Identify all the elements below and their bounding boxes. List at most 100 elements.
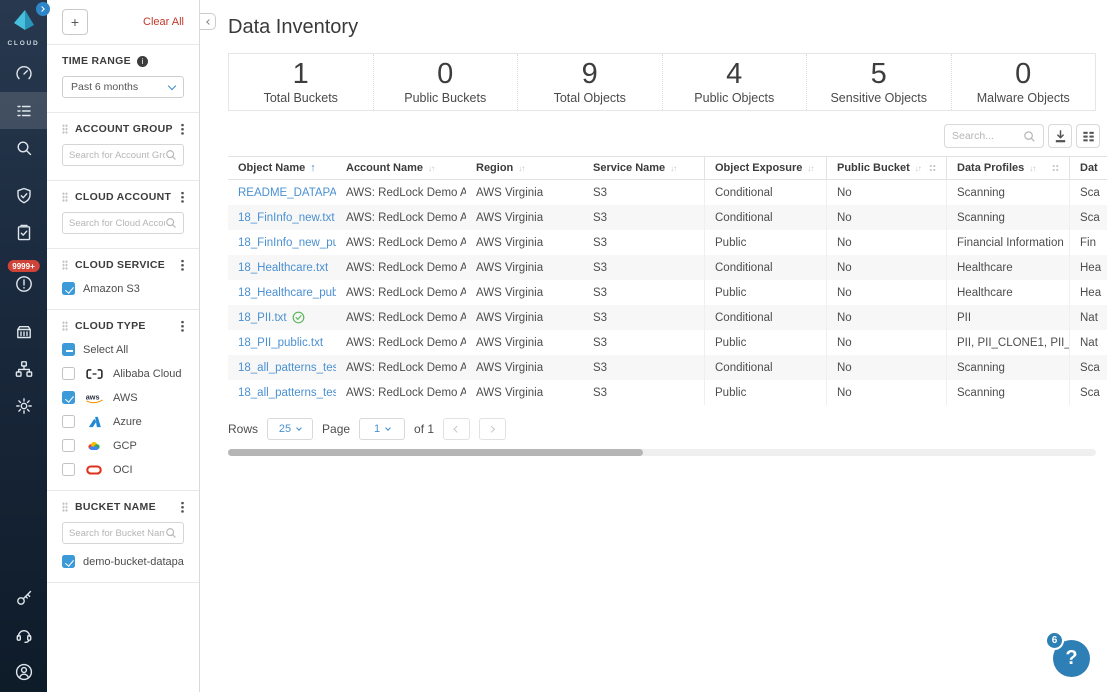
option-select-all[interactable]: Select All — [62, 343, 184, 356]
cloud-type-option[interactable]: Azure — [62, 415, 184, 428]
object-name-link[interactable]: 18_FinInfo_new_public.txt — [238, 237, 336, 249]
time-range-select[interactable]: Past 6 months — [62, 76, 184, 98]
cloud-type-option[interactable]: aws AWS — [62, 391, 184, 404]
nav-assets[interactable] — [0, 313, 47, 350]
nav-dashboard[interactable] — [0, 55, 47, 92]
cell-region: AWS Virginia — [476, 386, 544, 399]
prev-page-button[interactable] — [443, 418, 471, 440]
stat-label: Public Objects — [694, 91, 775, 105]
cloud-account-search-input[interactable] — [69, 217, 165, 229]
object-name-link[interactable]: README_DATAPATTER... — [238, 187, 336, 199]
kebab-menu-icon[interactable] — [181, 320, 184, 332]
object-name-link[interactable]: 18_FinInfo_new.txt — [238, 212, 335, 224]
cloud-type-option[interactable]: OCI — [62, 463, 184, 476]
drag-handle-icon[interactable] — [62, 260, 68, 270]
chevron-down-icon — [167, 81, 177, 90]
bucket-name-search[interactable] — [62, 522, 184, 544]
column-header-object-exposure[interactable]: Object Exposure ↓↑ — [705, 157, 827, 179]
nav-policies[interactable] — [0, 177, 47, 214]
column-header-region[interactable]: Region ↓↑ — [466, 157, 583, 179]
column-header-data-profiles[interactable]: Data Profiles ↓↑ — [947, 157, 1070, 179]
cloud-type-option[interactable]: Alibaba Cloud — [62, 367, 184, 380]
checkbox-checked-icon[interactable] — [62, 555, 75, 568]
checkbox-unchecked-icon[interactable] — [62, 439, 75, 452]
kebab-menu-icon[interactable] — [181, 501, 184, 513]
stat-card: 5 Sensitive Objects — [806, 54, 951, 110]
scrollbar-thumb[interactable] — [228, 449, 643, 456]
checkbox-unchecked-icon[interactable] — [62, 415, 75, 428]
cloud-account-search[interactable] — [62, 212, 184, 234]
table-search[interactable] — [944, 124, 1044, 148]
object-name-link[interactable]: 18_Healthcare.txt — [238, 262, 328, 274]
nav-support[interactable] — [0, 616, 47, 653]
nav-settings[interactable] — [0, 387, 47, 424]
search-icon — [1024, 130, 1035, 142]
info-icon[interactable]: i — [136, 55, 148, 67]
column-drag-handle-icon[interactable] — [929, 164, 936, 172]
nav-profile[interactable] — [0, 653, 47, 690]
clear-all-button[interactable]: Clear All — [143, 16, 184, 28]
cloud-type-title: CLOUD TYPE — [75, 320, 146, 332]
nav-inventory[interactable] — [0, 92, 47, 129]
checkbox-checked-icon[interactable] — [62, 282, 75, 295]
drag-handle-icon[interactable] — [62, 321, 68, 331]
stat-card: 1 Total Buckets — [229, 54, 373, 110]
object-name-link[interactable]: 18_PII_public.txt — [238, 337, 323, 349]
kebab-menu-icon[interactable] — [181, 191, 184, 203]
sort-ascending-icon: ↑ — [310, 162, 316, 174]
sidebar-expand-toggle[interactable] — [36, 2, 50, 16]
collapse-filters-button[interactable] — [200, 13, 216, 30]
cell-account-name: AWS: RedLock Demo Acc... — [346, 236, 466, 249]
kebab-menu-icon[interactable] — [181, 123, 184, 135]
pagination: Rows 25 Page 1 of 1 — [228, 418, 1107, 440]
column-settings-button[interactable] — [1076, 124, 1100, 148]
object-name-link[interactable]: 18_all_patterns_test.txt — [238, 362, 336, 374]
cell-public-bucket: No — [827, 380, 947, 405]
option-amazon-s3[interactable]: Amazon S3 — [62, 282, 184, 295]
cell-data-patterns: Nat — [1080, 336, 1098, 349]
object-name-link[interactable]: 18_Healthcare_public.txt — [238, 287, 336, 299]
drag-handle-icon[interactable] — [62, 502, 68, 512]
cloud-logo-icon — [13, 10, 34, 30]
option-demo-bucket[interactable]: demo-bucket-datapattern-f... — [62, 555, 184, 568]
column-drag-handle-icon[interactable] — [1052, 164, 1059, 172]
cell-data-patterns: Nat — [1080, 311, 1098, 324]
nav-access-keys[interactable] — [0, 579, 47, 616]
column-header-dat[interactable]: Dat — [1070, 157, 1107, 179]
checkbox-indeterminate-icon[interactable] — [62, 343, 75, 356]
nav-network[interactable] — [0, 350, 47, 387]
help-button[interactable]: 6 ? — [1045, 631, 1090, 677]
drag-handle-icon[interactable] — [62, 124, 68, 134]
kebab-menu-icon[interactable] — [181, 259, 184, 271]
account-group-search-input[interactable] — [69, 149, 165, 161]
drag-handle-icon[interactable] — [62, 192, 68, 202]
page-select[interactable]: 1 — [359, 418, 406, 440]
rows-per-page-select[interactable]: 25 — [267, 418, 314, 440]
cell-region: AWS Virginia — [476, 211, 544, 224]
next-page-button[interactable] — [479, 418, 507, 440]
nav-investigate[interactable] — [0, 129, 47, 166]
column-header-service-name[interactable]: Service Name ↓↑ — [583, 157, 705, 179]
add-filter-button[interactable]: + — [62, 9, 88, 35]
download-button[interactable] — [1048, 124, 1072, 148]
nav-compliance[interactable] — [0, 214, 47, 251]
cloud-type-option[interactable]: GCP — [62, 439, 184, 452]
cell-service-name: S3 — [583, 230, 705, 255]
table-row: 18_Healthcare.txt AWS: RedLock Demo Acc..… — [228, 255, 1107, 280]
checkbox-unchecked-icon[interactable] — [62, 367, 75, 380]
nav-alerts[interactable]: 9999+ — [0, 260, 47, 302]
table-row: 18_Healthcare_public.txt AWS: RedLock Dem… — [228, 280, 1107, 305]
column-header-public-bucket[interactable]: Public Bucket ↓↑ — [827, 157, 947, 179]
checkbox-unchecked-icon[interactable] — [62, 463, 75, 476]
bucket-name-search-input[interactable] — [69, 527, 165, 539]
stat-card: 0 Malware Objects — [950, 54, 1096, 110]
horizontal-scrollbar[interactable] — [228, 449, 1096, 456]
account-group-search[interactable] — [62, 144, 184, 166]
cell-object-name: 18_FinInfo_new.txt — [228, 212, 336, 224]
object-name-link[interactable]: 18_all_patterns_test_publ... — [238, 387, 336, 399]
table-search-input[interactable] — [952, 130, 1019, 142]
column-header-object-name[interactable]: Object Name ↑ — [228, 157, 336, 179]
checkbox-checked-icon[interactable] — [62, 391, 75, 404]
column-header-account-name[interactable]: Account Name ↓↑ — [336, 157, 466, 179]
object-name-link[interactable]: 18_PII.txt — [238, 312, 287, 324]
